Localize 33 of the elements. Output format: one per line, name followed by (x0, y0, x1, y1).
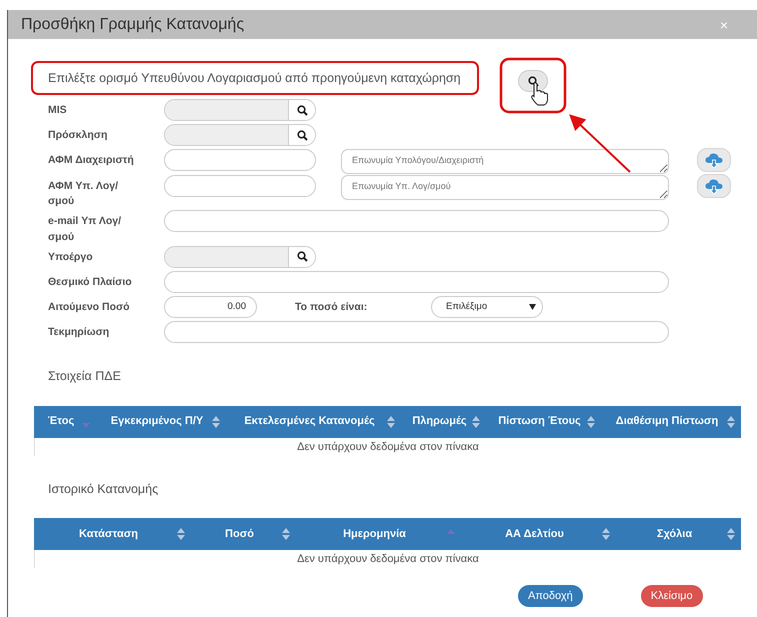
section-title: Στοιχεία ΠΔΕ (48, 368, 122, 385)
empty-message: Δεν υπάρχουν δεδομένα στον πίνακα (34, 438, 741, 456)
column-header[interactable]: Ποσό (191, 518, 296, 550)
field-label: Υποέργο (48, 250, 94, 265)
amount-field[interactable]: 0.00 (164, 296, 257, 318)
field-label: MIS (48, 103, 68, 118)
action-button[interactable]: Αποδοχή (518, 585, 583, 608)
field-label: ΑΦΜ Διαχειριστή (48, 153, 135, 168)
column-header[interactable]: ΑΑ Δελτίου (461, 518, 616, 550)
section-title: Ιστορικό Κατανομής (48, 480, 160, 498)
column-header[interactable]: Πίστωση Έτους (486, 406, 601, 438)
action-button[interactable]: Κλείσιμο (640, 585, 703, 608)
text-area[interactable]: Επωνυμία Υπολόγου/Διαχειριστή (341, 149, 669, 174)
instruction-text: Επιλέξτε ορισμό Υπευθύνου Λογαριασμού από προηγούμενη καταχώρηση (48, 70, 461, 87)
field-label: e-mail Υπ Λογ/σμού (48, 214, 122, 245)
dialog-title: Προσθήκη Γραμμής Κατανομής (21, 14, 244, 34)
field-label: Πρόσκληση (48, 128, 108, 143)
field-label: Το ποσό είναι: (295, 300, 368, 315)
field-label: ΑΦΜ Υπ. Λογ/σμού (48, 179, 120, 210)
field-label: Αιτούμενο Ποσό (48, 300, 131, 315)
column-header[interactable]: Πληρωμές (401, 406, 486, 438)
field-label: Τεκμηρίωση (48, 324, 110, 340)
column-header[interactable]: Εγκεκριμένος Π/Υ (96, 406, 226, 438)
empty-message: Δεν υπάρχουν δεδομένα στον πίνακα (34, 550, 741, 568)
column-header[interactable]: Κατάσταση (34, 518, 191, 550)
column-header[interactable]: Διαθέσιμη Πίστωση (601, 406, 741, 438)
column-header[interactable]: Ημερομηνία (296, 518, 461, 550)
field-label: Θεσμικό Πλαίσιο (48, 274, 133, 290)
select-dropdown[interactable]: Επιλέξιμο (431, 296, 543, 318)
text-area[interactable]: Επωνυμία Υπ. Λογ/σμού (341, 175, 669, 200)
column-header[interactable]: Έτος (34, 406, 96, 438)
column-header[interactable]: Εκτελεσμένες Κατανομές (226, 406, 401, 438)
column-header[interactable]: Σχόλια (616, 518, 741, 550)
